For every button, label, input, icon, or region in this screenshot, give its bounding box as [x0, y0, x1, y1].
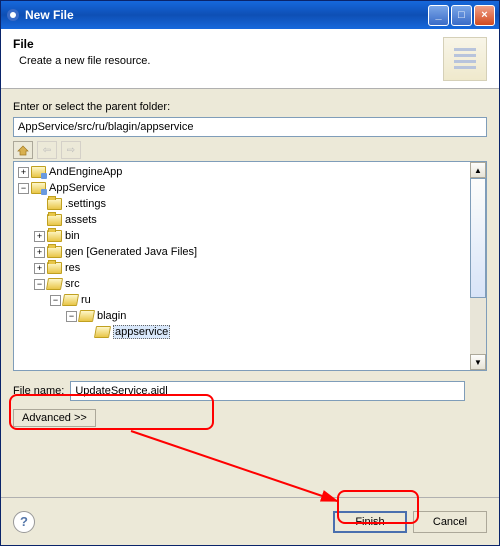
- banner: File Create a new file resource.: [1, 29, 499, 89]
- forward-button[interactable]: ⇨: [61, 141, 81, 159]
- tree-scrollbar[interactable]: ▲ ▼: [470, 162, 486, 370]
- maximize-button[interactable]: □: [451, 5, 472, 26]
- collapse-icon[interactable]: −: [18, 183, 29, 194]
- scroll-thumb[interactable]: [470, 178, 486, 298]
- filename-label: File name:: [13, 385, 64, 397]
- tree-item[interactable]: − src: [16, 276, 468, 292]
- tree-item-label: appservice: [113, 325, 170, 339]
- expand-icon[interactable]: +: [34, 231, 45, 242]
- folder-tree[interactable]: + AndEngineApp − AppService .settings assets +…: [14, 162, 470, 370]
- tree-item[interactable]: .settings: [16, 196, 468, 212]
- scroll-up-button[interactable]: ▲: [470, 162, 486, 178]
- titlebar: New File _ □ ×: [1, 1, 499, 29]
- expand-icon[interactable]: +: [34, 247, 45, 258]
- parent-folder-input[interactable]: [13, 117, 487, 137]
- scroll-down-button[interactable]: ▼: [470, 354, 486, 370]
- tree-item[interactable]: − AppService: [16, 180, 468, 196]
- tree-item-label: AndEngineApp: [49, 166, 122, 178]
- tree-item-label: blagin: [97, 310, 126, 322]
- banner-title: File: [13, 37, 443, 51]
- project-icon: [31, 166, 46, 178]
- window-title: New File: [25, 8, 428, 22]
- cancel-button[interactable]: Cancel: [413, 511, 487, 533]
- folder-open-icon: [46, 278, 63, 290]
- folder-icon: [47, 246, 62, 258]
- tree-item[interactable]: + bin: [16, 228, 468, 244]
- folder-icon: [47, 214, 62, 226]
- tree-item[interactable]: + res: [16, 260, 468, 276]
- tree-item-label: src: [65, 278, 80, 290]
- close-button[interactable]: ×: [474, 5, 495, 26]
- expander-spacer: [82, 327, 93, 338]
- tree-item-label: AppService: [49, 182, 105, 194]
- help-button[interactable]: ?: [13, 511, 35, 533]
- project-icon: [31, 182, 46, 194]
- tree-item-label: assets: [65, 214, 97, 226]
- tree-item-label: gen [Generated Java Files]: [65, 246, 197, 258]
- folder-open-icon: [62, 294, 79, 306]
- folder-icon: [47, 198, 62, 210]
- tree-item-label: ru: [81, 294, 91, 306]
- banner-desc: Create a new file resource.: [19, 55, 443, 67]
- expand-icon[interactable]: +: [18, 167, 29, 178]
- finish-button[interactable]: Finish: [333, 511, 407, 533]
- tree-item[interactable]: + AndEngineApp: [16, 164, 468, 180]
- expander-spacer: [34, 215, 45, 226]
- tree-item[interactable]: − ru: [16, 292, 468, 308]
- tree-item[interactable]: − blagin: [16, 308, 468, 324]
- parent-folder-label: Enter or select the parent folder:: [13, 101, 487, 113]
- tree-item-label: res: [65, 262, 80, 274]
- file-icon: [443, 37, 487, 81]
- home-button[interactable]: [13, 141, 33, 159]
- folder-icon: [47, 262, 62, 274]
- folder-open-icon: [78, 310, 95, 322]
- minimize-button[interactable]: _: [428, 5, 449, 26]
- folder-icon: [47, 230, 62, 242]
- collapse-icon[interactable]: −: [66, 311, 77, 322]
- expand-icon[interactable]: +: [34, 263, 45, 274]
- tree-item[interactable]: assets: [16, 212, 468, 228]
- back-button[interactable]: ⇦: [37, 141, 57, 159]
- filename-input[interactable]: [70, 381, 465, 401]
- tree-item[interactable]: appservice: [16, 324, 468, 340]
- expander-spacer: [34, 199, 45, 210]
- collapse-icon[interactable]: −: [34, 279, 45, 290]
- tree-item-label: bin: [65, 230, 80, 242]
- app-icon: [5, 7, 21, 23]
- folder-open-icon: [94, 326, 111, 338]
- tree-item[interactable]: + gen [Generated Java Files]: [16, 244, 468, 260]
- tree-item-label: .settings: [65, 198, 106, 210]
- collapse-icon[interactable]: −: [50, 295, 61, 306]
- advanced-button[interactable]: Advanced >>: [13, 409, 96, 427]
